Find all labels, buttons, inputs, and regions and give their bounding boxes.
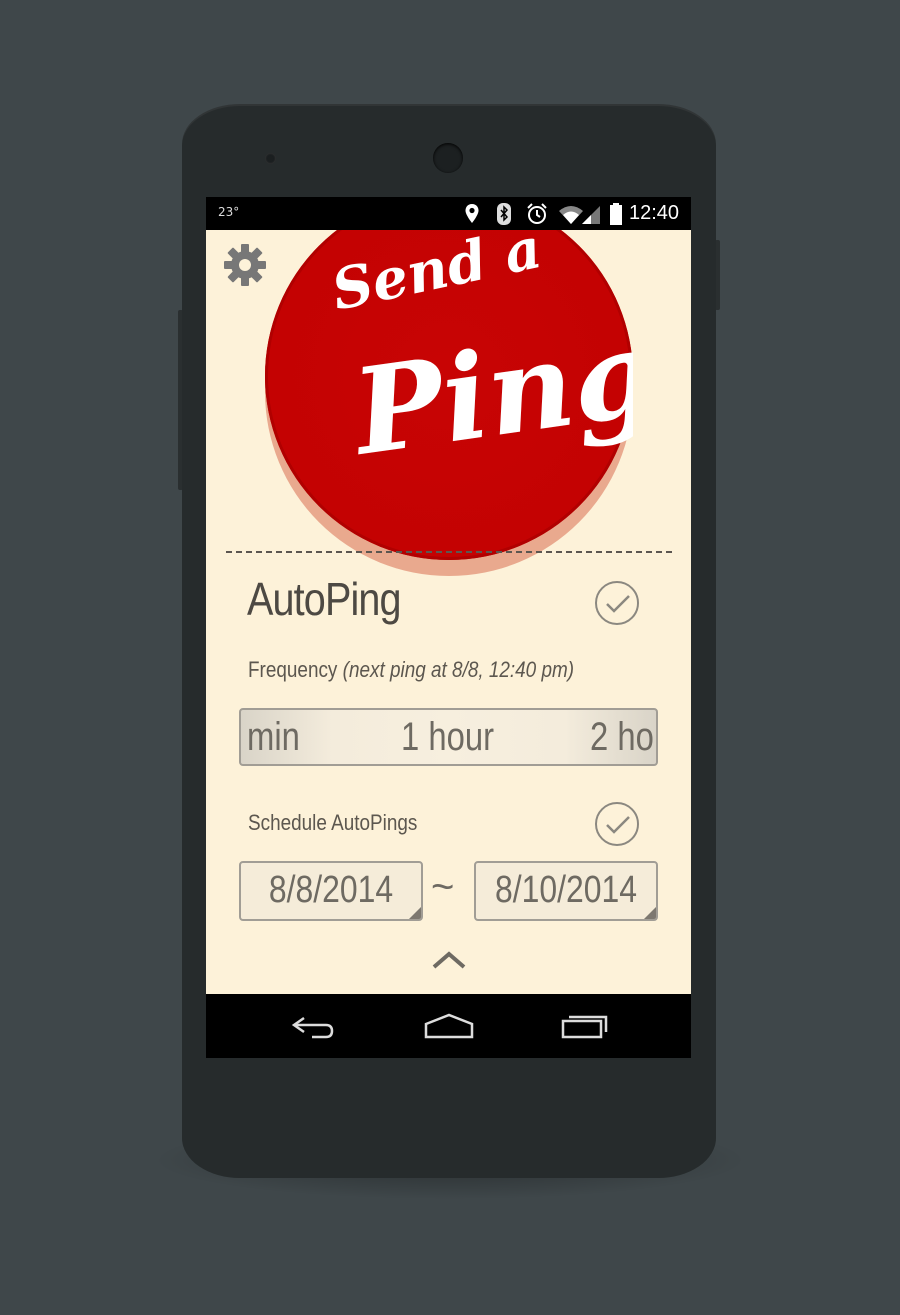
autoping-toggle[interactable] <box>595 581 639 625</box>
dropdown-corner-icon <box>409 907 421 919</box>
phone-screen: 23° 12:40 Send a Ping AutoPing Frequency… <box>206 197 691 1058</box>
home-icon[interactable] <box>424 1012 474 1040</box>
back-icon[interactable] <box>290 1012 336 1040</box>
location-icon <box>465 204 479 223</box>
check-icon <box>606 595 630 613</box>
dropdown-corner-icon <box>644 907 656 919</box>
schedule-label: Schedule AutoPings <box>248 810 418 835</box>
signal-icon <box>582 206 600 224</box>
temperature-text: 23° <box>218 205 240 219</box>
frequency-option[interactable]: 2 ho <box>590 715 654 760</box>
frequency-label: Frequency (next ping at 8/8, 12:40 pm) <box>248 657 574 683</box>
status-bar: 23° 12:40 <box>206 197 691 230</box>
frequency-option-selected[interactable]: 1 hour <box>401 715 494 760</box>
app-content: Send a Ping AutoPing Frequency (next pin… <box>206 230 691 994</box>
frequency-picker[interactable]: min 1 hour 2 ho <box>239 708 658 766</box>
frequency-text: Frequency <box>248 657 338 682</box>
sensor-dot <box>265 153 276 164</box>
battery-icon <box>610 203 622 225</box>
start-date-field[interactable]: 8/8/2014 <box>239 861 423 921</box>
bluetooth-icon <box>497 203 511 225</box>
recent-apps-icon[interactable] <box>561 1012 609 1040</box>
end-date-value: 8/10/2014 <box>494 869 638 911</box>
front-camera <box>433 143 463 173</box>
start-date-value: 8/8/2014 <box>268 869 394 911</box>
schedule-toggle[interactable] <box>595 802 639 846</box>
next-ping-note: (next ping at 8/8, 12:40 pm) <box>342 657 575 682</box>
alarm-icon <box>527 203 547 224</box>
send-ping-line2: Ping <box>343 302 633 482</box>
check-icon <box>606 816 630 834</box>
frequency-option[interactable]: min <box>247 715 300 760</box>
divider-dashed <box>226 551 672 553</box>
send-ping-line1: Send a <box>326 230 547 324</box>
wifi-icon <box>559 206 583 224</box>
chevron-up-icon[interactable] <box>431 950 467 970</box>
send-ping-label: Send a Ping <box>326 230 633 482</box>
date-range-separator: ~ <box>431 865 455 909</box>
navigation-bar <box>206 994 691 1058</box>
autoping-title: AutoPing <box>247 573 402 625</box>
clock-text: 12:40 <box>629 202 680 224</box>
gear-icon[interactable] <box>222 242 268 288</box>
end-date-field[interactable]: 8/10/2014 <box>474 861 658 921</box>
